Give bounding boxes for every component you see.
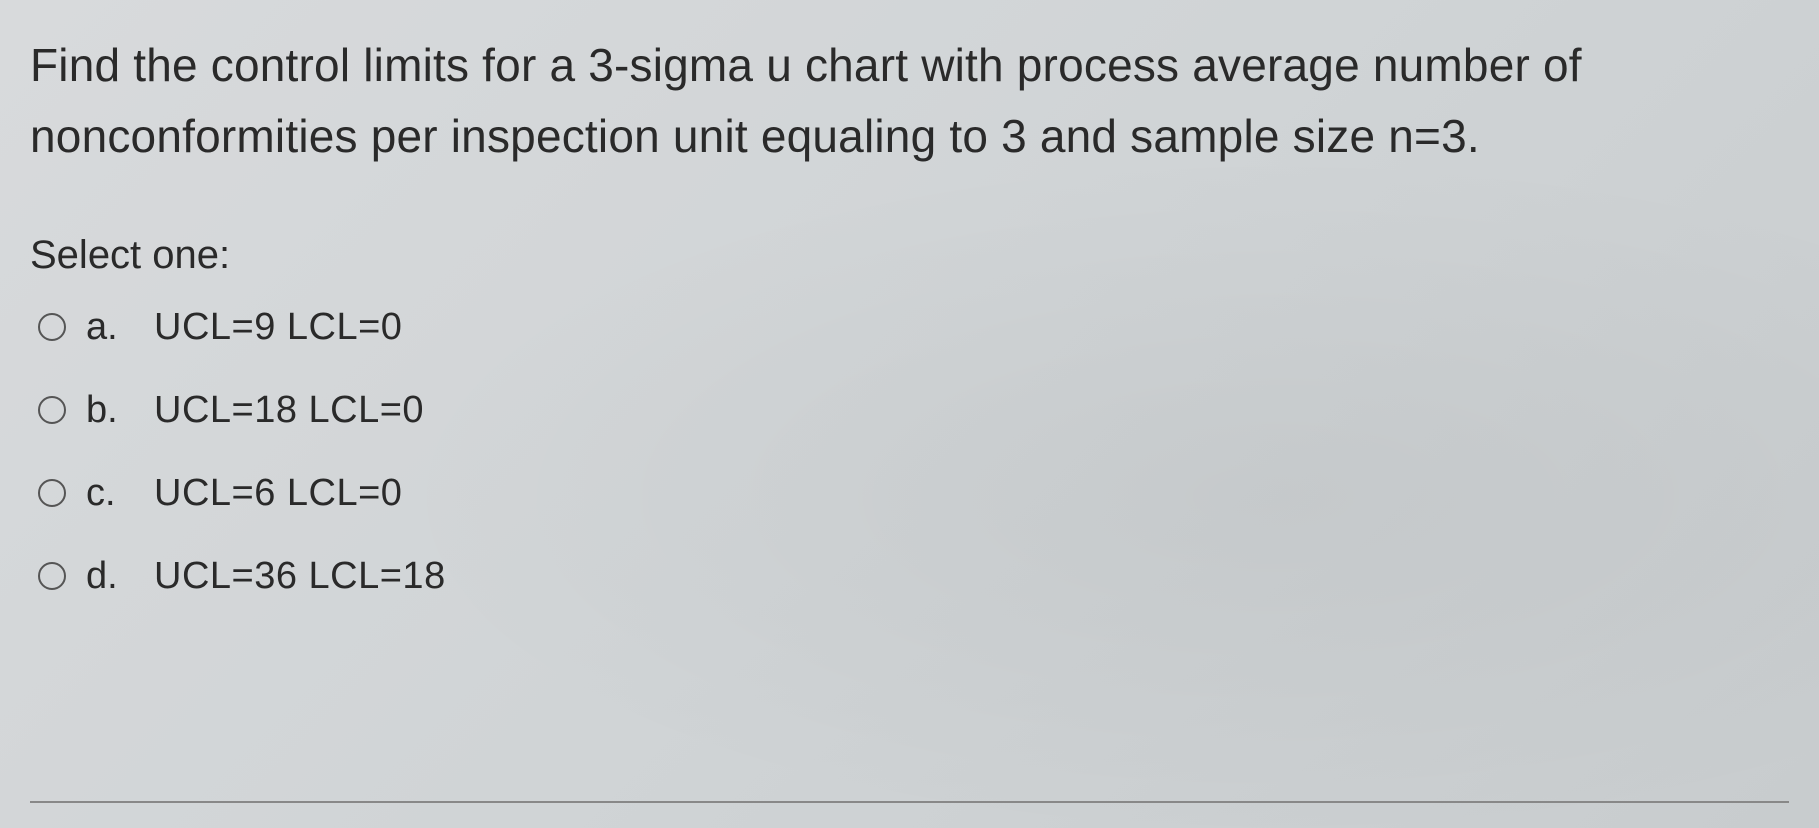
option-text: UCL=18 LCL=0	[154, 389, 424, 432]
divider	[30, 801, 1789, 803]
option-text: UCL=36 LCL=18	[154, 555, 446, 598]
radio-icon[interactable]	[38, 313, 66, 341]
option-a[interactable]: a. UCL=9 LCL=0	[38, 306, 1789, 349]
option-text: UCL=6 LCL=0	[154, 472, 402, 515]
radio-icon[interactable]	[38, 562, 66, 590]
option-letter: b.	[86, 389, 134, 432]
option-letter: c.	[86, 472, 134, 515]
option-letter: a.	[86, 306, 134, 349]
select-one-label: Select one:	[30, 233, 1789, 278]
option-d[interactable]: d. UCL=36 LCL=18	[38, 555, 1789, 598]
radio-icon[interactable]	[38, 396, 66, 424]
question-text: Find the control limits for a 3-sigma u …	[30, 30, 1789, 173]
radio-icon[interactable]	[38, 479, 66, 507]
option-letter: d.	[86, 555, 134, 598]
option-text: UCL=9 LCL=0	[154, 306, 402, 349]
option-b[interactable]: b. UCL=18 LCL=0	[38, 389, 1789, 432]
options-list: a. UCL=9 LCL=0 b. UCL=18 LCL=0 c. UCL=6 …	[30, 306, 1789, 598]
option-c[interactable]: c. UCL=6 LCL=0	[38, 472, 1789, 515]
